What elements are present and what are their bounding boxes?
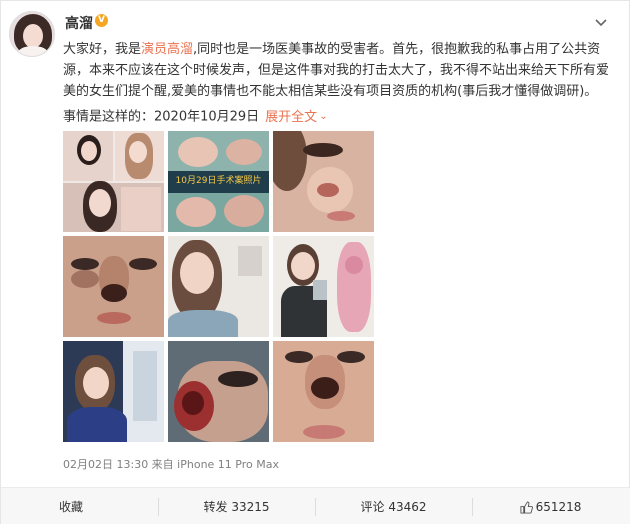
photo-thumbnail[interactable] [63, 341, 164, 442]
post-meta: 02月02日 13:30 来自 iPhone 11 Pro Max [63, 458, 279, 471]
photo-thumbnail[interactable] [63, 131, 164, 232]
author-name[interactable]: 高溜 [65, 13, 93, 33]
photo-thumbnail[interactable] [168, 341, 269, 442]
like-count: 651218 [535, 500, 582, 514]
photo-grid: 10月29日手术案照片 [63, 131, 375, 443]
favorite-label: 收藏 [59, 500, 84, 514]
expand-label: 展开全文 [265, 109, 318, 125]
favorite-button[interactable]: 收藏 [1, 488, 158, 524]
chevron-down-icon[interactable] [593, 15, 609, 31]
post-text-part: 大家好，我是 [63, 42, 142, 57]
photo-thumbnail[interactable] [273, 341, 374, 442]
action-bar: 收藏 转发 33215 评论 43462 651218 [1, 487, 630, 524]
post-text: 大家好，我是演员高溜,同时也是一场医美事故的受害者。首先，很抱歉我的私事占用了公… [63, 39, 613, 102]
chevron-down-icon: ⌄ [319, 111, 328, 122]
comment-label: 评论 43462 [360, 500, 427, 514]
thumb-up-icon [520, 501, 533, 514]
avatar[interactable] [9, 11, 55, 57]
like-button[interactable]: 651218 [472, 488, 629, 524]
comment-button[interactable]: 评论 43462 [315, 488, 472, 524]
date-text: 事情是这样的：2020年10月29日 [63, 109, 260, 125]
mention-link[interactable]: 演员高溜 [141, 42, 193, 57]
photo-thumbnail[interactable] [63, 236, 164, 337]
photo-thumbnail[interactable] [273, 131, 374, 232]
photo-thumbnail[interactable] [168, 236, 269, 337]
repost-button[interactable]: 转发 33215 [158, 488, 315, 524]
photo-thumbnail[interactable]: 10月29日手术案照片 [168, 131, 269, 232]
weibo-post-card: 高溜 V 大家好，我是演员高溜,同时也是一场医美事故的受害者。首先，很抱歉我的私… [0, 0, 630, 524]
photo-thumbnail[interactable] [273, 236, 374, 337]
repost-label: 转发 33215 [203, 500, 270, 514]
expand-link[interactable]: 展开全文 ⌄ [265, 110, 327, 125]
date-line: 事情是这样的：2020年10月29日 展开全文 ⌄ [63, 108, 328, 127]
photo-caption: 10月29日手术案照片 [175, 176, 262, 186]
verified-icon: V [95, 14, 108, 27]
